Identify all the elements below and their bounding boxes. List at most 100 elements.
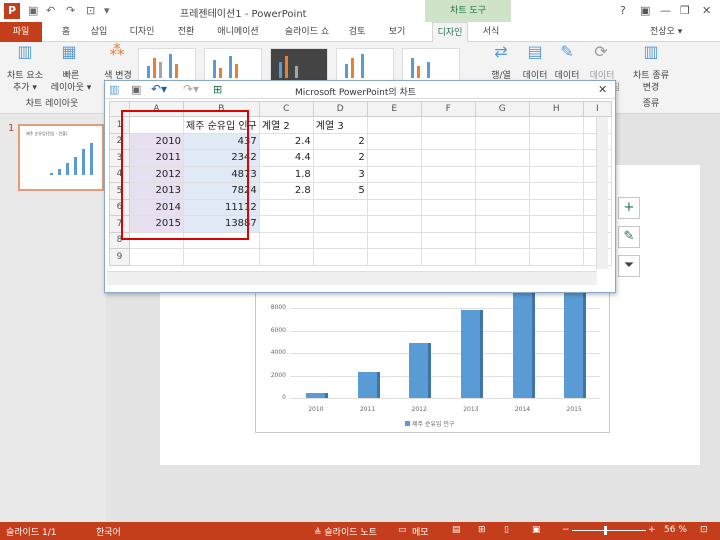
data-cell[interactable] xyxy=(258,198,314,216)
data-cell[interactable] xyxy=(474,182,530,200)
tab-review[interactable]: 검토 xyxy=(346,22,368,42)
data-cell[interactable] xyxy=(312,198,368,216)
chart-bar[interactable] xyxy=(305,393,328,398)
chart-bar[interactable] xyxy=(564,290,587,398)
data-cell[interactable] xyxy=(474,132,530,150)
data-cell[interactable] xyxy=(528,231,584,249)
chart-style-2[interactable] xyxy=(204,48,262,82)
edit-in-excel-icon[interactable]: ⊞ xyxy=(213,83,222,96)
data-cell[interactable] xyxy=(528,149,584,167)
column-header[interactable]: E xyxy=(366,101,422,117)
data-cell[interactable] xyxy=(366,116,422,134)
chart-bar[interactable] xyxy=(512,290,535,398)
data-cell[interactable] xyxy=(183,248,260,266)
data-cell[interactable]: 2.8 xyxy=(258,182,314,200)
language-indicator[interactable]: 한국어 xyxy=(96,525,121,538)
tab-format[interactable]: 서식 xyxy=(478,22,504,42)
data-cell[interactable] xyxy=(258,248,314,266)
comments-button[interactable]: 메모 xyxy=(412,525,429,538)
quick-layout-button[interactable]: 빠른 레이아웃 ▾ xyxy=(48,70,94,94)
data-cell[interactable] xyxy=(366,231,422,249)
data-cell[interactable] xyxy=(366,198,422,216)
data-cell[interactable] xyxy=(420,215,476,233)
slide-sorter-icon[interactable]: ⊞ xyxy=(478,525,486,535)
undo-icon[interactable]: ↶▾ xyxy=(151,82,167,96)
data-cell[interactable] xyxy=(474,215,530,233)
tab-view[interactable]: 보기 xyxy=(386,22,408,42)
data-cell[interactable] xyxy=(420,149,476,167)
data-cell[interactable] xyxy=(420,132,476,150)
chart-styles-brush-icon[interactable]: ✎ xyxy=(618,226,640,248)
data-cell[interactable] xyxy=(528,165,584,183)
tab-file[interactable]: 파일 xyxy=(0,22,42,42)
column-header[interactable]: D xyxy=(312,101,368,117)
data-cell[interactable]: 3 xyxy=(312,165,368,183)
data-cell[interactable] xyxy=(474,165,530,183)
data-cell[interactable] xyxy=(474,149,530,167)
data-cell[interactable] xyxy=(420,165,476,183)
datasheet-close-icon[interactable]: ✕ xyxy=(598,83,607,96)
chart-bar[interactable] xyxy=(409,343,432,398)
data-cell[interactable] xyxy=(258,231,314,249)
undo-icon[interactable]: ↶ xyxy=(46,4,55,17)
minimize-icon[interactable]: — xyxy=(660,4,671,17)
data-cell[interactable]: 계열 3 xyxy=(312,116,368,134)
change-chart-type-button[interactable]: 차트 종류 변경 xyxy=(626,70,676,94)
notes-button[interactable]: ≜ 슬라이드 노트 xyxy=(314,525,377,538)
data-cell[interactable]: 2 xyxy=(312,149,368,167)
redo-icon[interactable]: ↷ xyxy=(66,4,75,17)
save-icon[interactable]: ▣ xyxy=(28,4,38,17)
data-cell[interactable] xyxy=(366,215,422,233)
chart-style-1[interactable] xyxy=(138,48,196,82)
chart-bar[interactable] xyxy=(460,309,483,398)
data-cell[interactable] xyxy=(420,198,476,216)
tab-design-main[interactable]: 디자인 xyxy=(124,22,160,42)
row-header[interactable]: 9 xyxy=(109,248,130,266)
column-header[interactable]: G xyxy=(474,101,530,117)
tab-animations[interactable]: 애니메이션 xyxy=(210,22,266,42)
slide-thumbnail[interactable]: 제주 순유입(전입 - 전출) xyxy=(18,124,104,191)
user-account[interactable]: 전상오 ▾ xyxy=(650,24,682,37)
close-icon[interactable]: ✕ xyxy=(702,4,711,17)
data-cell[interactable] xyxy=(528,215,584,233)
vertical-scrollbar[interactable] xyxy=(596,117,608,269)
data-cell[interactable] xyxy=(366,132,422,150)
data-cell[interactable] xyxy=(366,248,422,266)
data-cell[interactable]: 5 xyxy=(312,182,368,200)
zoom-level[interactable]: 56 % xyxy=(664,525,687,535)
data-cell[interactable] xyxy=(366,149,422,167)
tab-home[interactable]: 홈 xyxy=(56,22,76,42)
normal-view-icon[interactable]: ▤ xyxy=(452,525,461,535)
fit-slide-icon[interactable]: ⊡ xyxy=(700,525,708,535)
redo-icon[interactable]: ↷▾ xyxy=(183,82,199,96)
add-chart-element-button[interactable]: 차트 요소 추가 ▾ xyxy=(2,70,48,94)
data-cell[interactable] xyxy=(528,132,584,150)
tab-transitions[interactable]: 전환 xyxy=(172,22,200,42)
zoom-slider[interactable] xyxy=(572,530,646,531)
tab-chart-design[interactable]: 디자인 xyxy=(432,22,468,42)
data-cell[interactable] xyxy=(420,231,476,249)
data-cell[interactable] xyxy=(528,248,584,266)
data-cell[interactable] xyxy=(474,231,530,249)
start-slideshow-icon[interactable]: ⊡ xyxy=(86,4,95,17)
data-cell[interactable]: 1.8 xyxy=(258,165,314,183)
chart-elements-plus-icon[interactable]: + xyxy=(618,197,640,219)
column-header[interactable]: H xyxy=(528,101,584,117)
data-cell[interactable] xyxy=(420,248,476,266)
data-cell[interactable] xyxy=(312,215,368,233)
chart-legend[interactable]: 제주 순유입 인구 xyxy=(405,419,454,428)
restore-icon[interactable]: ❐ xyxy=(680,4,690,17)
comments-icon[interactable]: ▭ xyxy=(398,525,407,535)
data-cell[interactable] xyxy=(528,116,584,134)
zoom-slider-thumb[interactable] xyxy=(604,526,607,535)
data-cell[interactable] xyxy=(474,248,530,266)
zoom-out-button[interactable]: − xyxy=(562,525,570,535)
data-cell[interactable]: 4.4 xyxy=(258,149,314,167)
data-cell[interactable]: 2.4 xyxy=(258,132,314,150)
column-header[interactable]: I xyxy=(582,101,612,117)
data-cell[interactable] xyxy=(312,248,368,266)
data-cell[interactable] xyxy=(528,182,584,200)
data-cell[interactable] xyxy=(528,198,584,216)
tab-slideshow[interactable]: 슬라이드 쇼 xyxy=(278,22,336,42)
chart-bar[interactable] xyxy=(357,371,380,398)
